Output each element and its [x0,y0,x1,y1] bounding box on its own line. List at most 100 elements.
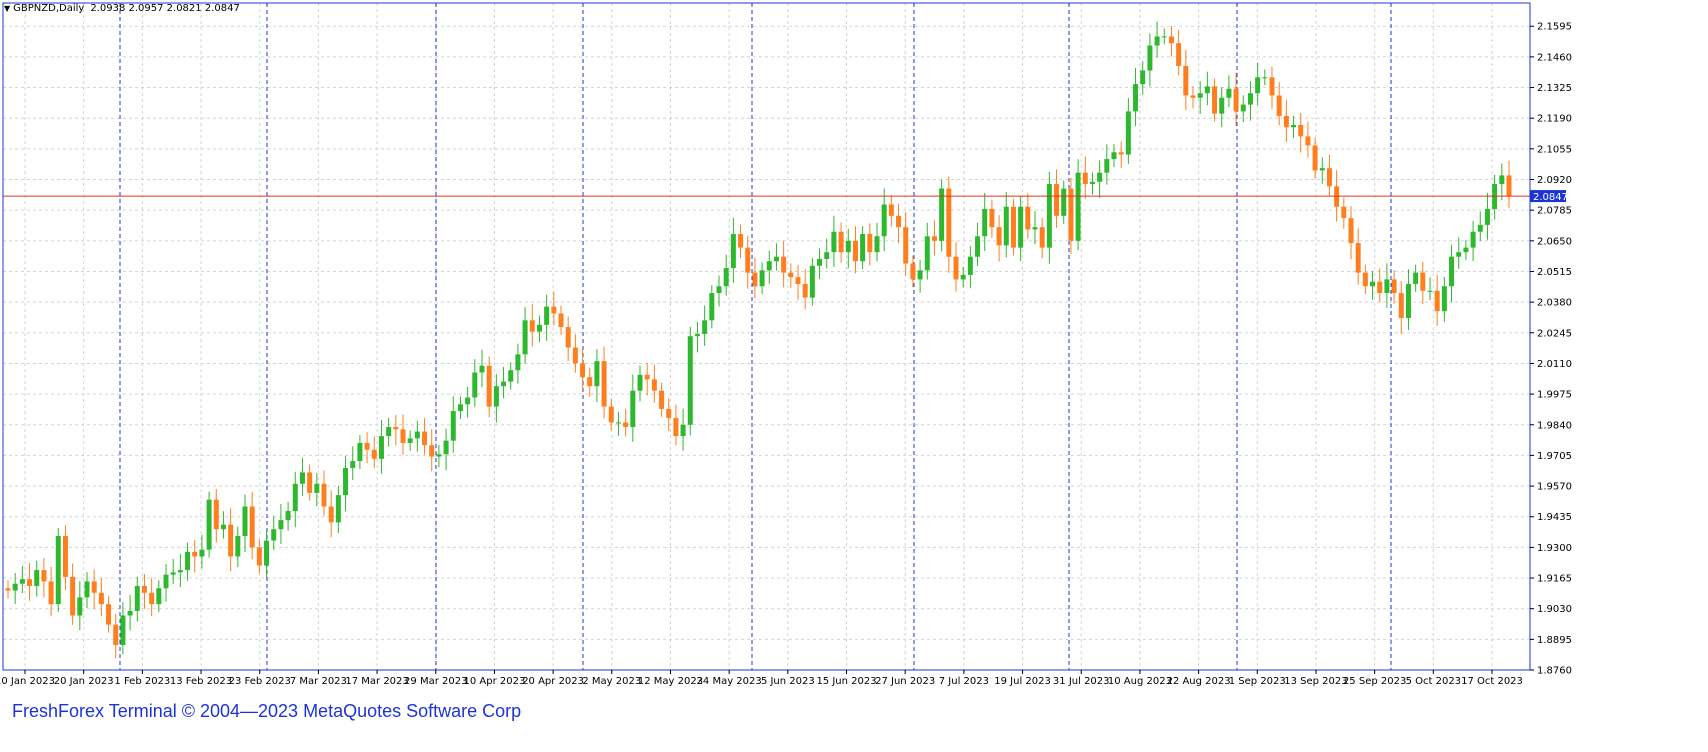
x-tick-label: 13 Sep 2023 [1284,676,1347,687]
bull-candle [809,265,815,298]
bear-candle [400,429,406,443]
bull-candle [199,549,205,557]
bull-candle [55,536,61,605]
bear-candle [27,579,33,586]
bull-candle [1089,181,1095,185]
bull-candle [1154,36,1160,46]
bull-candle [730,234,736,269]
bear-candle [867,234,873,253]
x-tick-label: 15 Jun 2023 [816,676,876,687]
bear-candle [659,390,665,409]
bull-candle [508,370,514,382]
y-tick-label: 2.1460 [1537,52,1572,63]
bull-candle [917,270,923,280]
y-tick-label: 1.9030 [1537,604,1572,615]
bear-candle [41,570,47,582]
bull-candle [694,333,700,337]
bear-candle [321,483,327,507]
bear-candle [1025,206,1031,230]
bull-candle [77,597,83,616]
grid-lines [3,3,1530,671]
y-tick-label: 1.9570 [1537,482,1572,493]
bear-candle [1434,290,1440,312]
bull-candle [235,536,241,557]
bear-candle [1010,206,1016,248]
bull-candle [874,236,880,253]
bull-candle [594,361,600,387]
bear-candle [1326,168,1332,187]
bear-candle [601,361,607,407]
bear-candle [98,592,104,605]
bear-candle [1283,115,1289,128]
current-price-line: 2.0847 [3,190,1568,203]
bear-candle [249,506,255,548]
bull-candle [299,472,305,484]
bear-candle [256,547,262,566]
bull-candle [1046,184,1052,248]
bear-candle [1341,206,1347,219]
x-tick-label: 5 Oct 2023 [1406,676,1461,687]
y-tick-label: 2.1595 [1537,22,1572,33]
bear-candle [673,417,679,437]
bull-candle [163,574,169,589]
bull-candle [271,529,277,541]
x-tick-label: 1 Sep 2023 [1229,676,1286,687]
bear-candle [70,576,76,616]
x-tick-label: 7 Mar 2023 [290,676,347,687]
bull-candle [1226,88,1232,98]
bull-candle [443,440,449,455]
bull-candle [1370,281,1376,287]
x-tick-label: 19 Jul 2023 [994,676,1051,687]
bull-candle [1075,172,1081,241]
bull-candle [773,256,779,262]
bull-candle [924,236,930,271]
x-tick-label: 1 Feb 2023 [114,676,170,687]
y-tick-label: 2.1055 [1537,144,1572,155]
bull-candle [1247,93,1253,105]
candlestick-chart[interactable]: 2.0847 2.1595 2.1460 2.1325 2.1190 2.1055 2.0… [0,0,1708,752]
chevron-down-icon[interactable]: ▼ [4,4,10,13]
bull-candle [278,520,284,530]
bull-candle [1255,77,1261,94]
bull-candle [709,293,715,321]
bull-candle [1147,45,1153,71]
chart-header: ▼ GBPNZD,Daily 2.0938 2.0957 2.0821 2.0847 [4,3,240,14]
y-tick-label: 1.9435 [1537,512,1572,523]
bull-candle [457,404,463,412]
bear-candle [931,236,937,241]
y-tick-label: 1.8895 [1537,635,1572,646]
plot-border [2,2,1531,671]
symbol-label: GBPNZD,Daily [13,3,85,14]
x-tick-label: 20 Apr 2023 [522,676,584,687]
bull-candle [292,483,298,512]
bull-candle [960,274,966,280]
bear-candle [1348,218,1354,244]
bull-candle [716,286,722,294]
bear-candle [141,585,147,593]
bull-candle [536,324,542,332]
x-tick-label: 29 Mar 2023 [404,676,467,687]
x-tick-label: 27 Jun 2023 [875,676,935,687]
time-axis: 10 Jan 202320 Jan 2023 1 Feb 2023 13 Feb 2… [0,670,1523,687]
bull-candle [1449,256,1455,287]
bull-candle [1463,247,1469,253]
bull-candle [975,236,981,257]
bull-candle [723,268,729,287]
bull-candle [687,336,693,425]
bear-candle [1269,77,1275,96]
bull-candle [1291,125,1297,128]
bull-candle [1319,168,1325,171]
bear-candle [752,272,758,287]
chart-window[interactable]: 2.0847 2.1595 2.1460 2.1325 2.1190 2.1055 2.0… [0,0,1708,752]
bear-candle [852,240,858,262]
bull-candle [501,381,507,387]
bull-candle [860,234,866,262]
bull-candle [378,436,384,459]
bull-candle [335,495,341,523]
bear-candle [781,256,787,273]
bull-candle [1032,227,1038,230]
bear-candle [486,365,492,407]
bull-candle [1384,279,1390,294]
bull-candle [1499,175,1505,185]
bull-candle [522,320,528,355]
